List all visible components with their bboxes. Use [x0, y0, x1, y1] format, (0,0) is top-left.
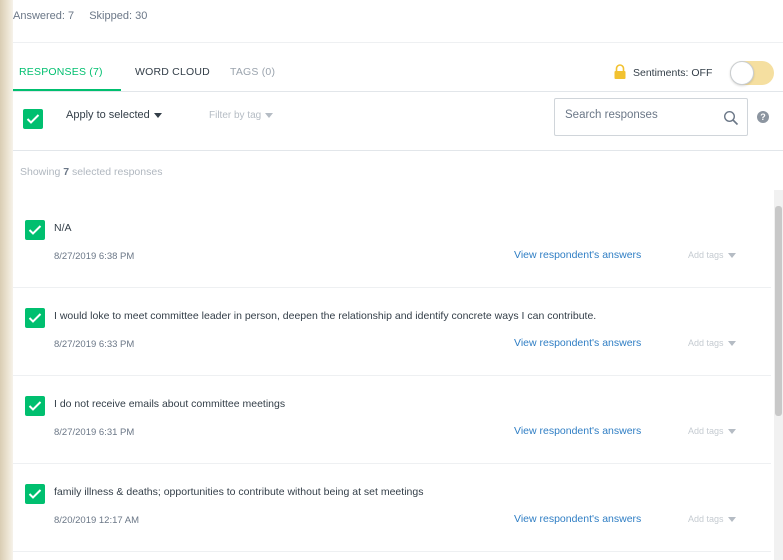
add-tags-label: Add tags: [688, 514, 724, 524]
filter-by-tag-dropdown[interactable]: Filter by tag: [209, 110, 274, 121]
left-background-edge: [0, 0, 13, 560]
help-icon[interactable]: ?: [757, 111, 769, 123]
toggle-knob: [730, 61, 754, 85]
response-text: N/A: [54, 222, 72, 234]
tab-tags[interactable]: TAGS (0): [230, 66, 275, 78]
toolbar: Apply to selected Filter by tag ?: [13, 92, 783, 150]
lock-icon: [614, 64, 626, 79]
summary-suffix: selected responses: [71, 166, 163, 178]
scrollbar-thumb[interactable]: [775, 206, 782, 416]
response-checkbox[interactable]: [25, 220, 45, 240]
add-tags-label: Add tags: [688, 338, 724, 348]
checkmark-icon: [28, 225, 42, 235]
response-item: I do not receive emails about committee …: [13, 376, 771, 464]
checkmark-icon: [26, 114, 40, 124]
view-respondent-answers-link[interactable]: View respondent's answers: [514, 337, 641, 349]
response-text: I do not receive emails about committee …: [54, 398, 286, 410]
add-tags-label: Add tags: [688, 426, 724, 436]
response-date: 8/27/2019 6:31 PM: [54, 427, 135, 438]
responses-list: N/A 8/27/2019 6:38 PM View respondent's …: [13, 200, 771, 552]
view-respondent-answers-link[interactable]: View respondent's answers: [514, 425, 641, 437]
view-respondent-answers-link[interactable]: View respondent's answers: [514, 513, 641, 525]
response-item: family illness & deaths; opportunities t…: [13, 464, 771, 552]
response-checkbox[interactable]: [25, 308, 45, 328]
tab-responses[interactable]: RESPONSES (7): [19, 66, 103, 78]
summary-count: 7: [63, 166, 70, 178]
response-item: N/A 8/27/2019 6:38 PM View respondent's …: [13, 200, 771, 288]
response-stats: Answered: 7 Skipped: 30: [13, 10, 147, 22]
response-date: 8/20/2019 12:17 AM: [54, 515, 140, 526]
add-tags-dropdown[interactable]: Add tags: [688, 514, 736, 524]
response-text: family illness & deaths; opportunities t…: [54, 486, 424, 498]
add-tags-dropdown[interactable]: Add tags: [688, 426, 736, 436]
checkmark-icon: [28, 489, 42, 499]
divider: [13, 150, 783, 151]
checkmark-icon: [28, 401, 42, 411]
add-tags-label: Add tags: [688, 250, 724, 260]
response-item: I would loke to meet committee leader in…: [13, 288, 771, 376]
summary-prefix: Showing: [20, 166, 61, 178]
checkmark-icon: [28, 313, 42, 323]
sentiments-toggle[interactable]: [730, 61, 774, 85]
add-tags-dropdown[interactable]: Add tags: [688, 338, 736, 348]
response-checkbox[interactable]: [25, 484, 45, 504]
caret-down-icon: [153, 112, 162, 118]
apply-to-selected-label: Apply to selected: [66, 109, 150, 121]
view-respondent-answers-link[interactable]: View respondent's answers: [514, 249, 641, 261]
caret-down-icon: [727, 429, 736, 435]
divider: [13, 42, 783, 43]
caret-down-icon: [727, 517, 736, 523]
apply-to-selected-dropdown[interactable]: Apply to selected: [66, 109, 162, 121]
search-icon[interactable]: [723, 110, 739, 126]
caret-down-icon: [265, 112, 274, 118]
tab-word-cloud[interactable]: WORD CLOUD: [135, 66, 210, 78]
tabs-bar: RESPONSES (7) WORD CLOUD TAGS (0) Sentim…: [13, 54, 783, 92]
response-date: 8/27/2019 6:33 PM: [54, 339, 135, 350]
caret-down-icon: [727, 341, 736, 347]
response-text: I would loke to meet committee leader in…: [54, 310, 597, 322]
selection-summary: Showing 7 selected responses: [20, 166, 162, 178]
filter-by-tag-label: Filter by tag: [209, 110, 262, 121]
sentiments-label: Sentiments: OFF: [633, 67, 713, 79]
search-box: [554, 98, 748, 136]
add-tags-dropdown[interactable]: Add tags: [688, 250, 736, 260]
skipped-count: Skipped: 30: [89, 10, 148, 22]
response-checkbox[interactable]: [25, 396, 45, 416]
select-all-checkbox[interactable]: [23, 109, 43, 129]
response-date: 8/27/2019 6:38 PM: [54, 251, 135, 262]
scrollbar[interactable]: [774, 190, 783, 560]
answered-count: Answered: 7: [13, 10, 75, 22]
search-input[interactable]: [565, 109, 705, 121]
caret-down-icon: [727, 253, 736, 259]
responses-panel: Answered: 7 Skipped: 30 RESPONSES (7) WO…: [13, 0, 783, 560]
